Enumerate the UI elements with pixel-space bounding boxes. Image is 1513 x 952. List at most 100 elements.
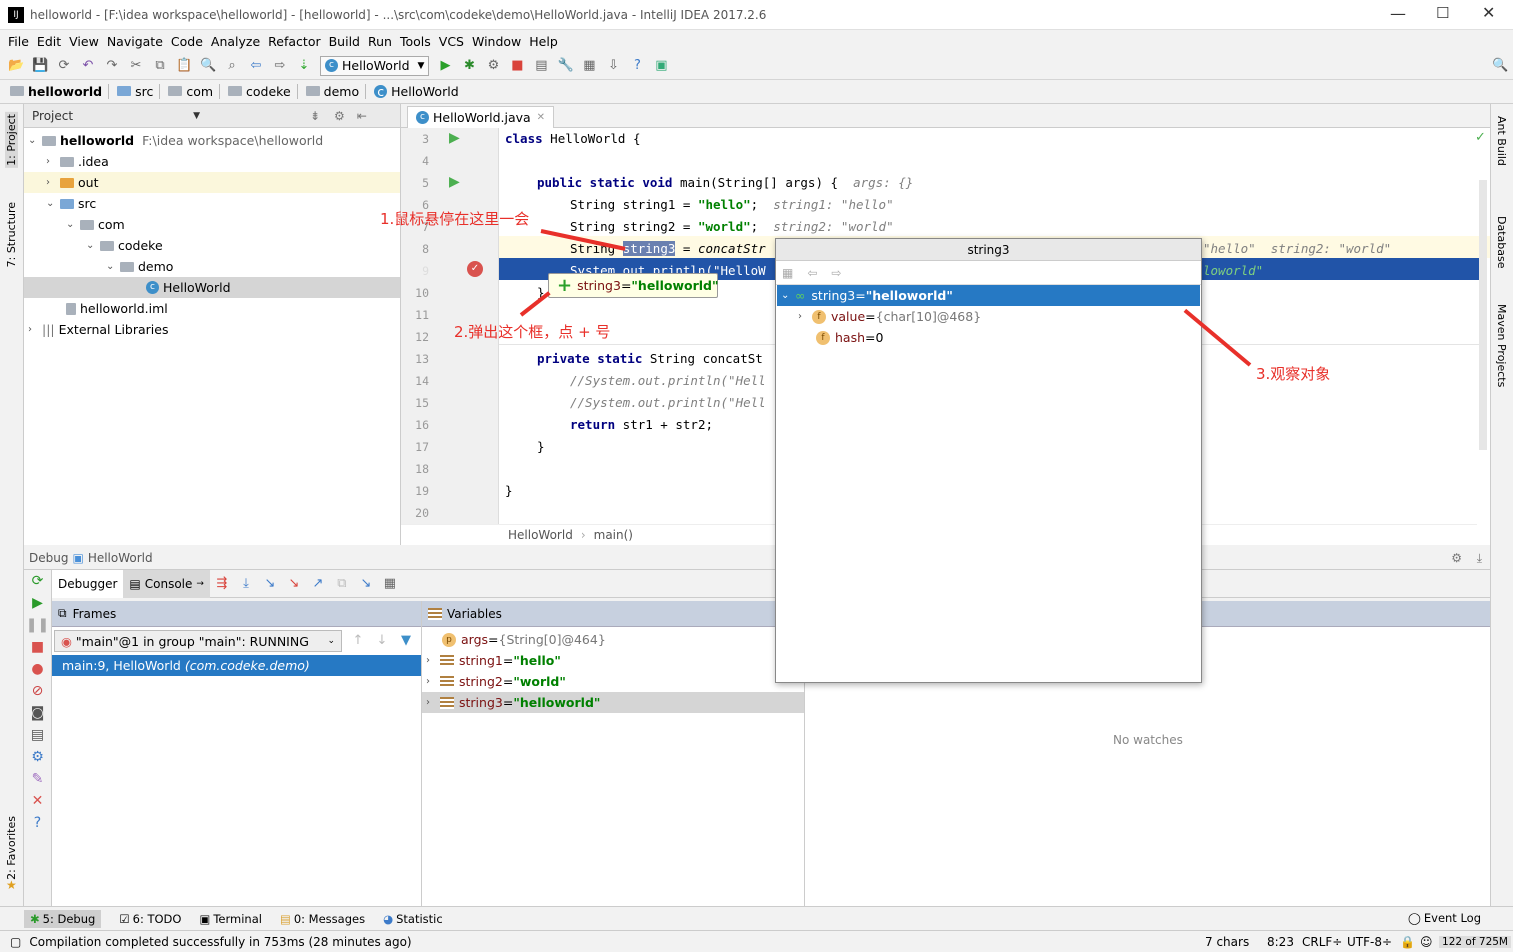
tree-item-src[interactable]: ⌄ src — [24, 193, 400, 214]
paste-icon[interactable]: 📋 — [176, 58, 192, 74]
hovered-variable[interactable]: string3 — [622, 241, 676, 256]
vcs-icon[interactable]: ⇩ — [605, 58, 621, 74]
filter-icon[interactable]: ▼ — [398, 633, 414, 649]
structure-tool-button[interactable]: 7: Structure — [5, 202, 18, 267]
layout-icon[interactable]: ▤ — [24, 724, 51, 746]
messages-tool-tab[interactable]: ▤ 0: Messages — [280, 912, 365, 926]
project-tool-button[interactable]: 1: Project — [5, 112, 18, 168]
crumb-method[interactable]: main() — [594, 528, 633, 542]
menu-build[interactable]: Build — [329, 34, 360, 49]
save-icon[interactable]: 💾 — [32, 58, 48, 74]
coverage-icon[interactable]: ⚙ — [485, 58, 501, 74]
run-gutter-icon[interactable]: ▶ — [449, 174, 460, 190]
popup-child-row[interactable]: f hash = 0 — [776, 327, 1201, 348]
menu-window[interactable]: Window — [472, 34, 521, 49]
sync-icon[interactable]: ⟳ — [56, 58, 72, 74]
forward-icon[interactable]: ⇨ — [272, 58, 288, 74]
popup-child-row[interactable]: › f value = {char[10]@468} — [776, 306, 1201, 327]
pin-icon[interactable]: ✎ — [24, 768, 51, 790]
breadcrumb-helloworld-class[interactable]: c HelloWorld — [374, 84, 459, 99]
tab-helloworld-java[interactable]: c HelloWorld.java ✕ — [407, 106, 555, 128]
force-step-into-icon[interactable]: ↘ — [286, 576, 302, 592]
favorites-tool-button[interactable]: 2: Favorites — [5, 816, 18, 880]
statistic-tool-tab[interactable]: ◕ Statistic — [383, 912, 443, 926]
debug-icon[interactable]: ✱ — [461, 58, 477, 74]
menu-analyze[interactable]: Analyze — [211, 34, 260, 49]
todo-tool-tab[interactable]: ☑ 6: TODO — [119, 912, 181, 926]
hide-icon[interactable]: ⤓ — [1477, 551, 1482, 566]
expand-arrow-icon[interactable]: › — [426, 676, 440, 687]
terminal-tool-tab[interactable]: ▣ Terminal — [199, 912, 261, 926]
copy-icon[interactable]: ⧉ — [152, 58, 168, 74]
build-icon[interactable]: ⇣ — [296, 58, 312, 74]
expand-arrow-icon[interactable]: › — [798, 311, 812, 322]
event-log-tool-tab[interactable]: ◯ Event Log — [1408, 911, 1481, 925]
close-icon[interactable]: ✕ — [24, 790, 51, 812]
expand-plus-icon[interactable]: + — [557, 275, 572, 296]
tree-icon[interactable]: ▦ — [782, 266, 793, 280]
variable-row[interactable]: › string1 = "hello" — [422, 650, 804, 671]
menu-navigate[interactable]: Navigate — [107, 34, 163, 49]
drop-frame-icon[interactable]: ⧉ — [334, 576, 350, 592]
menu-refactor[interactable]: Refactor — [268, 34, 320, 49]
database-tool-button[interactable]: Database — [1495, 216, 1508, 269]
expand-arrow-icon[interactable]: › — [28, 324, 42, 335]
menu-edit[interactable]: Edit — [37, 34, 61, 49]
undo-icon[interactable]: ↶ — [80, 58, 96, 74]
hide-icon[interactable]: ⇤ — [357, 109, 367, 123]
cut-icon[interactable]: ✂ — [128, 58, 144, 74]
breadcrumb-src[interactable]: src — [117, 84, 161, 99]
menu-file[interactable]: File — [8, 34, 29, 49]
forward-icon[interactable]: ⇨ — [831, 266, 841, 280]
expand-arrow-icon[interactable]: › — [46, 177, 60, 188]
search-everywhere-icon[interactable]: 🔍 — [1492, 58, 1508, 74]
menu-tools[interactable]: Tools — [400, 34, 431, 49]
lock-icon[interactable]: 🔒 — [1400, 935, 1415, 949]
tree-item-com[interactable]: ⌄ com — [24, 214, 400, 235]
maven-tool-button[interactable]: Maven Projects — [1495, 304, 1508, 387]
tree-item-idea[interactable]: › .idea — [24, 151, 400, 172]
replace-icon[interactable]: ⌕ — [224, 58, 240, 74]
breadcrumb-demo[interactable]: demo — [305, 84, 367, 99]
help-icon[interactable]: ? — [629, 58, 645, 74]
project-structure-icon[interactable]: ▤ — [533, 58, 549, 74]
line-separator[interactable]: CRLF÷ — [1302, 935, 1342, 949]
expand-arrow-icon[interactable]: ⌄ — [781, 290, 795, 301]
menu-help[interactable]: Help — [529, 34, 558, 49]
tree-item-demo[interactable]: ⌄ demo — [24, 256, 400, 277]
memory-indicator[interactable]: 122 of 725M — [1439, 935, 1511, 948]
minimize-button[interactable]: — — [1390, 4, 1406, 23]
breadcrumb-com[interactable]: com — [168, 84, 221, 99]
mute-breakpoints-icon[interactable]: ⊘ — [24, 680, 51, 702]
settings-icon[interactable]: ⚙ — [24, 746, 51, 768]
step-into-icon[interactable]: ↘ — [262, 576, 278, 592]
breadcrumb-helloworld[interactable]: helloworld — [10, 84, 110, 99]
down-arrow-icon[interactable]: ↓ — [374, 633, 390, 649]
tree-item-out[interactable]: › out — [24, 172, 400, 193]
find-icon[interactable]: 🔍 — [200, 58, 216, 74]
expand-arrow-icon[interactable]: ⌄ — [106, 261, 120, 272]
frame-row[interactable]: main:9, HelloWorld (com.codeke.demo) — [52, 655, 421, 676]
help-icon[interactable]: ? — [24, 812, 51, 834]
menu-view[interactable]: View — [69, 34, 99, 49]
debug-tool-tab[interactable]: ✱ 5: Debug — [24, 909, 102, 928]
rerun-icon[interactable]: ⟳ — [24, 570, 51, 592]
tree-item-root[interactable]: ⌄ helloworld F:\idea workspace\helloworld — [24, 130, 400, 151]
redo-icon[interactable]: ↷ — [104, 58, 120, 74]
tree-item-external-libraries[interactable]: › ||| External Libraries — [24, 319, 400, 340]
crumb-class[interactable]: HelloWorld — [508, 528, 573, 542]
tree-item-codeke[interactable]: ⌄ codeke — [24, 235, 400, 256]
sdk-icon[interactable]: ▦ — [581, 58, 597, 74]
tree-item-helloworld[interactable]: c HelloWorld — [24, 277, 400, 298]
back-icon[interactable]: ⇦ — [807, 266, 817, 280]
gear-icon[interactable]: ⚙ — [334, 109, 345, 123]
thread-select[interactable]: ◉ "main"@1 in group "main": RUNNING ⌄ — [54, 630, 342, 652]
project-view-select[interactable]: Project — [32, 109, 73, 123]
expand-arrow-icon[interactable]: ⌄ — [28, 135, 42, 146]
stop-icon[interactable]: ■ — [509, 58, 525, 74]
run-gutter-icon[interactable]: ▶ — [449, 130, 460, 146]
resume-icon[interactable]: ▶ — [24, 592, 51, 614]
plugin-icon[interactable]: ▣ — [653, 58, 669, 74]
run-to-cursor-icon[interactable]: ↘ — [358, 576, 374, 592]
open-icon[interactable]: 📂 — [8, 58, 24, 74]
